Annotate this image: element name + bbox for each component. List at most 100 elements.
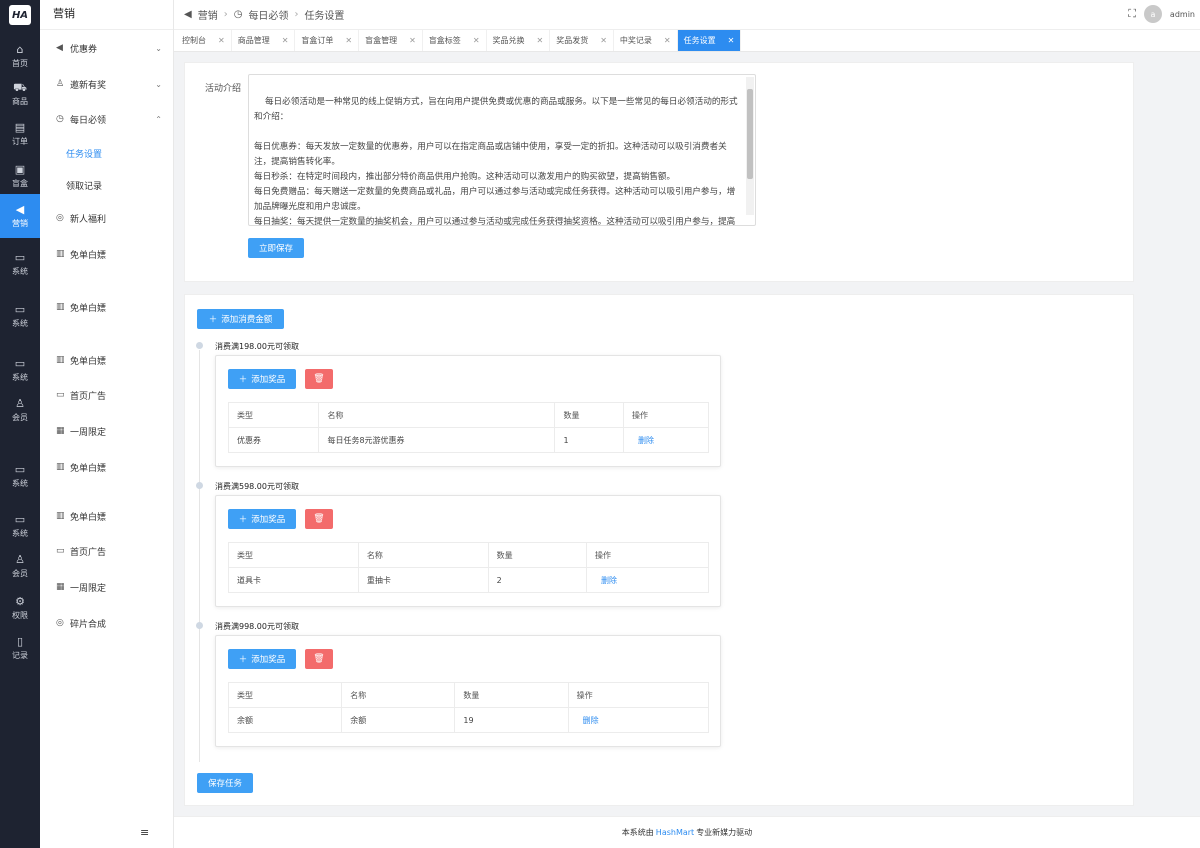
rail-item-system[interactable]: ▭ 系统 xyxy=(0,242,40,286)
submenu-item-free[interactable]: ▥ 免单白嫖 xyxy=(40,457,174,477)
add-prize-button[interactable]: ＋添加奖品 xyxy=(228,369,296,389)
avatar[interactable]: a xyxy=(1143,5,1162,23)
tab-box-orders[interactable]: 盲盒订单 ✕ xyxy=(295,30,360,51)
submenu-item-invite[interactable]: ♙ 邀新有奖 ⌄ xyxy=(40,74,174,94)
submenu-item-newbie[interactable]: ◎ 新人福利 xyxy=(40,208,174,228)
submenu-item-home-ad[interactable]: ▭ 首页广告 xyxy=(40,385,174,405)
rail-item-system[interactable]: ▭ 系统 xyxy=(0,294,40,338)
delete-tier-button[interactable]: 🗑 xyxy=(305,649,333,669)
rail-item-member[interactable]: ♙ 会员 xyxy=(0,388,40,432)
save-intro-button[interactable]: 立即保存 xyxy=(248,238,304,258)
intro-label: 活动介绍 xyxy=(205,84,242,94)
scrollbar-thumb[interactable] xyxy=(747,89,753,179)
close-icon[interactable]: ✕ xyxy=(218,36,225,45)
timeline-dot xyxy=(196,622,203,629)
submenu-item-claim-records[interactable]: 领取记录 xyxy=(40,175,174,195)
bullhorn-icon: ◀ xyxy=(56,43,63,53)
username[interactable]: admin xyxy=(1170,10,1195,19)
delete-tier-button[interactable]: 🗑 xyxy=(305,509,333,529)
rail-label: 首页 xyxy=(12,58,28,68)
submenu-item-daily[interactable]: ◷ 每日必领 ⌃ xyxy=(40,109,174,129)
tab-box-manage[interactable]: 盲盒管理 ✕ xyxy=(359,30,423,51)
submenu-label: 碎片合成 xyxy=(70,619,107,630)
intro-textarea[interactable]: 每日必领活动是一种常见的线上促销方式，旨在向用户提供免费或优惠的商品或服务。以下… xyxy=(248,74,756,226)
table-row: 道具卡 重抽卡 2 删除 xyxy=(228,567,709,593)
tier-card: ＋添加奖品 🗑 类型 名称 数量 操作 优惠券 每日任务8元游优惠券 1 删除 xyxy=(215,355,721,467)
table-row: 余额 余额 19 删除 xyxy=(227,707,710,733)
rail-item-system[interactable]: ▭ 系统 xyxy=(0,504,40,548)
rail-item-marketing[interactable]: ◀ 营销 xyxy=(0,194,40,238)
plus-icon: ＋ xyxy=(238,515,248,525)
tab-dashboard[interactable]: 控制台 ✕ xyxy=(176,30,232,51)
submenu-item-weekly[interactable]: ▦ 一周限定 xyxy=(40,421,174,441)
tier-card: ＋添加奖品 🗑 类型 名称 数量 操作 道具卡 重抽卡 2 删除 xyxy=(215,495,721,607)
rail-item-system[interactable]: ▭ 系统 xyxy=(0,454,40,498)
rail-item-records[interactable]: ▯ 记录 xyxy=(0,626,40,670)
add-amount-button[interactable]: ＋添加消费金额 xyxy=(197,309,284,329)
tab-task-settings[interactable]: 任务设置 ✕ xyxy=(677,30,742,51)
close-icon[interactable]: ✕ xyxy=(473,36,480,45)
rail-label: 记录 xyxy=(12,650,28,660)
submenu-item-free[interactable]: ▥ 免单白嫖 xyxy=(40,506,174,526)
table-header-row: 类型 名称 数量 操作 xyxy=(227,402,709,428)
close-icon[interactable]: ✕ xyxy=(409,36,416,45)
submenu-item-home-ad[interactable]: ▭ 首页广告 xyxy=(40,541,174,561)
submenu-item-weekly[interactable]: ▦ 一周限定 xyxy=(40,577,174,597)
rail-item-permission[interactable]: ⚙ 权限 xyxy=(0,586,40,630)
rail-item-orders[interactable]: ▤ 订单 xyxy=(0,112,40,156)
plus-icon: ＋ xyxy=(238,375,248,385)
close-icon[interactable]: ✕ xyxy=(282,36,289,45)
close-icon[interactable]: ✕ xyxy=(728,36,735,45)
tab-prize-exchange[interactable]: 奖品兑换 ✕ xyxy=(487,30,551,51)
submenu-item-free[interactable]: ▥ 免单白嫖 xyxy=(40,297,174,317)
brand-logo[interactable]: HA xyxy=(9,5,31,25)
home-icon: ⌂ xyxy=(16,42,24,56)
menu-collapse-icon[interactable]: ≡ xyxy=(140,826,149,839)
add-prize-button[interactable]: ＋添加奖品 xyxy=(228,649,296,669)
breadcrumb-separator: › xyxy=(223,9,228,20)
submenu-item-free[interactable]: ▥ 免单白嫖 xyxy=(40,244,174,264)
close-icon[interactable]: ✕ xyxy=(345,36,352,45)
tab-label: 奖品兑换 xyxy=(492,36,525,45)
submenu-label: 一周限定 xyxy=(70,583,107,594)
submenu-item-task-settings[interactable]: 任务设置 xyxy=(40,143,174,163)
rail-label: 订单 xyxy=(12,136,28,146)
column-header: 类型 xyxy=(227,402,320,428)
breadcrumb-item[interactable]: 营销 xyxy=(198,7,218,22)
delete-prize-link[interactable]: 删除 xyxy=(567,707,710,733)
submenu-item-coupon[interactable]: ◀ 优惠券 ⌄ xyxy=(40,38,174,58)
breadcrumb-separator: › xyxy=(294,9,299,20)
rail-label: 系统 xyxy=(12,528,28,538)
save-task-button[interactable]: 保存任务 xyxy=(197,773,253,793)
rail-label: 系统 xyxy=(12,266,28,276)
submenu-item-fragment[interactable]: ◎ 碎片合成 xyxy=(40,613,174,633)
fullscreen-icon[interactable]: ⛶ xyxy=(1128,7,1136,21)
footer-brand-link[interactable]: HashMart xyxy=(656,828,694,837)
tab-goods[interactable]: 商品管理 ✕ xyxy=(232,30,296,51)
tab-box-tags[interactable]: 盲盒标签 ✕ xyxy=(423,30,487,51)
close-icon[interactable]: ✕ xyxy=(537,36,544,45)
rail-item-member[interactable]: ♙ 会员 xyxy=(0,544,40,588)
globe-icon: ◎ xyxy=(56,618,64,628)
tab-prize-shipping[interactable]: 奖品发货 ✕ xyxy=(550,30,614,51)
delete-prize-link[interactable]: 删除 xyxy=(623,427,709,453)
close-icon[interactable]: ✕ xyxy=(600,36,607,45)
breadcrumb-item[interactable]: 每日必领 xyxy=(248,7,288,22)
submenu-label: 免单白嫖 xyxy=(70,512,107,523)
plus-icon: ＋ xyxy=(238,655,248,665)
rail-item-goods[interactable]: ⛟ 商品 xyxy=(0,72,40,116)
trash-icon: 🗑 xyxy=(313,374,325,384)
textarea-scrollbar[interactable] xyxy=(746,77,754,215)
rail-item-system[interactable]: ▭ 系统 xyxy=(0,348,40,392)
delete-prize-link[interactable]: 删除 xyxy=(586,567,709,593)
delete-tier-button[interactable]: 🗑 xyxy=(305,369,333,389)
close-icon[interactable]: ✕ xyxy=(664,36,671,45)
submenu-item-free[interactable]: ▥ 免单白嫖 xyxy=(40,350,174,370)
add-prize-button[interactable]: ＋添加奖品 xyxy=(228,509,296,529)
user-icon: ♙ xyxy=(56,79,65,89)
column-header: 数量 xyxy=(487,542,588,568)
submenu-label: 免单白嫖 xyxy=(70,303,107,314)
breadcrumb-item: 任务设置 xyxy=(304,11,345,22)
rail-item-blindbox[interactable]: ▣ 盲盒 xyxy=(0,154,40,198)
tab-win-records[interactable]: 中奖记录 ✕ xyxy=(614,30,678,51)
